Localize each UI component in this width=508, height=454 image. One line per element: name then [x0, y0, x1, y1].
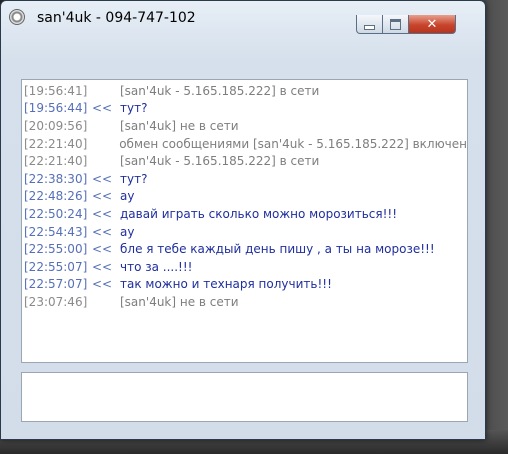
log-line: [22:54:43] << ау — [22, 223, 467, 241]
close-icon: ✕ — [426, 16, 438, 32]
minimize-icon — [364, 24, 375, 30]
log-line: [22:21:40] обмен сообщениями [san'4uk - 5… — [22, 135, 467, 153]
log-line: [23:07:46] [san'4uk] не в сети — [22, 293, 467, 311]
log-message-text: тут? — [120, 101, 148, 116]
log-message-text: [san'4uk] не в сети — [120, 118, 239, 133]
log-timestamp: [19:56:44] — [24, 101, 88, 116]
log-message-text: тут? — [120, 171, 148, 186]
maximize-button[interactable] — [383, 15, 409, 34]
log-direction-arrow: << — [92, 189, 113, 204]
log-message-text: ау — [120, 189, 135, 204]
log-direction-arrow: << — [92, 171, 113, 186]
message-log[interactable]: [19:56:41] [san'4uk - 5.165.185.222] в се… — [21, 79, 468, 363]
log-message-text: обмен сообщениями [san'4uk - 5.165.185.2… — [119, 136, 467, 151]
log-timestamp: [22:57:07] — [24, 277, 88, 292]
log-direction-arrow: << — [92, 101, 113, 116]
log-line: [22:55:07] << что за ....!!! — [22, 258, 467, 276]
log-message-text: что за ....!!! — [120, 259, 193, 274]
log-timestamp: [22:55:00] — [24, 242, 88, 257]
log-line: [19:56:41] [san'4uk - 5.165.185.222] в се… — [22, 82, 467, 100]
log-message-text: [san'4uk - 5.165.185.222] в сети — [120, 154, 320, 169]
log-timestamp: [23:07:46] — [24, 294, 88, 309]
log-timestamp: [19:56:41] — [24, 83, 88, 98]
log-direction-arrow: << — [92, 206, 113, 221]
maximize-icon — [390, 18, 401, 30]
log-timestamp: [22:38:30] — [24, 171, 88, 186]
log-line: [22:38:30] << тут? — [22, 170, 467, 188]
log-message-text: ау — [120, 224, 135, 239]
window-title: san'4uk - 094-747-102 — [37, 10, 196, 26]
log-line: [22:55:00] << бле я тебе каждый день пишу … — [22, 240, 467, 258]
log-line: [22:21:40] [san'4uk - 5.165.185.222] в се… — [22, 152, 467, 170]
log-timestamp: [22:54:43] — [24, 224, 88, 239]
log-timestamp: [22:50:24] — [24, 206, 88, 221]
log-direction-arrow: << — [92, 277, 113, 292]
log-line: [20:09:56] [san'4uk] не в сети — [22, 117, 467, 135]
log-direction-arrow: << — [92, 224, 113, 239]
log-message-text: так можно и технаря получить!!! — [120, 277, 332, 292]
log-timestamp: [22:55:07] — [24, 259, 88, 274]
log-timestamp: [22:21:40] — [24, 154, 88, 169]
close-button[interactable]: ✕ — [409, 15, 456, 34]
minimize-button[interactable] — [356, 15, 383, 34]
log-message-text: [san'4uk - 5.165.185.222] в сети — [120, 83, 320, 98]
log-direction-arrow: << — [92, 242, 113, 257]
log-message-text: давай играть сколько можно морозиться!!! — [120, 206, 398, 221]
log-line: [22:50:24] << давай играть сколько можно м… — [22, 205, 467, 223]
app-icon[interactable] — [9, 9, 25, 25]
log-line: [22:48:26] << ау — [22, 188, 467, 206]
log-timestamp: [22:21:40] — [24, 136, 88, 151]
log-line: [19:56:44] << тут? — [22, 100, 467, 118]
log-direction-arrow: << — [92, 259, 113, 274]
log-timestamp: [22:48:26] — [24, 189, 88, 204]
log-line: [22:57:07] << так можно и технаря получить… — [22, 276, 467, 294]
message-input[interactable] — [21, 372, 468, 422]
title-bar[interactable]: san'4uk - 094-747-102 ✕ — [1, 1, 485, 34]
log-message-text: [san'4uk] не в сети — [120, 294, 239, 309]
log-message-text: бле я тебе каждый день пишу , а ты на мо… — [120, 242, 435, 257]
log-timestamp: [20:09:56] — [24, 118, 88, 133]
